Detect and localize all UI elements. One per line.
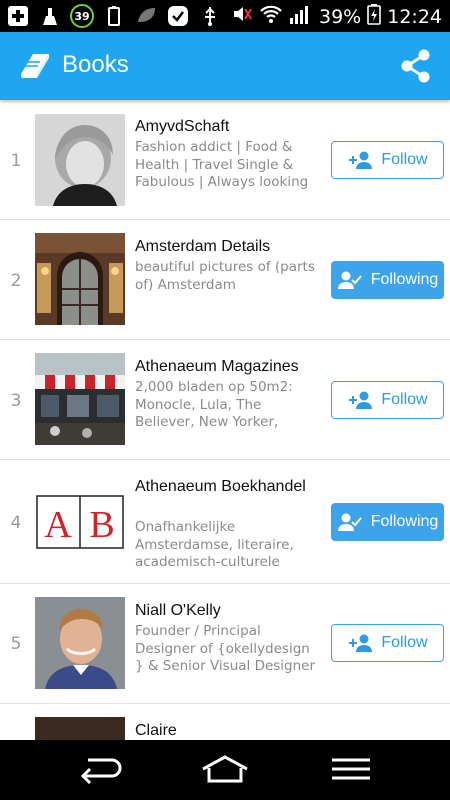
user-name[interactable]: Athenaeum Magazines: [135, 357, 325, 377]
battery-charging-icon: [367, 3, 382, 30]
usb-icon: [198, 4, 222, 28]
user-name[interactable]: Claire: [135, 721, 325, 740]
avatar: [35, 353, 125, 445]
avatar: [35, 233, 125, 325]
rank-number: 3: [10, 391, 22, 411]
svg-text:A: A: [44, 504, 72, 546]
signal-icon: [289, 3, 313, 30]
user-list[interactable]: 1 AmyvdSchaft Fashion addict | Food & He…: [0, 100, 450, 740]
battery-percent: 39%: [319, 5, 362, 28]
user-name[interactable]: Amsterdam Details: [135, 237, 325, 257]
check-icon: [166, 4, 190, 28]
list-item[interactable]: 4 A B Athenaeum Boekhandel Onafhankelijk…: [0, 460, 450, 584]
wifi-icon: [259, 3, 283, 30]
rank-number: 1: [10, 151, 22, 171]
home-icon[interactable]: [200, 754, 250, 788]
user-check-icon: [337, 271, 362, 289]
share-icon[interactable]: [400, 49, 432, 87]
status-bar: 39 39% 12:24: [0, 0, 450, 32]
rank-number: 5: [10, 634, 22, 654]
navigation-bar: [0, 740, 450, 800]
rank-number: 4: [10, 513, 22, 533]
user-name[interactable]: Athenaeum Boekhandel: [135, 477, 325, 497]
rank-number: 2: [10, 271, 22, 291]
clock: 12:24: [387, 5, 442, 28]
user-description: Founder / Principal Designer of {okellyd…: [135, 623, 316, 674]
list-item[interactable]: 2 Amsterdam Details beautiful pictures o…: [0, 220, 450, 340]
battery-saver-icon: [102, 4, 126, 28]
following-button-label: Following: [370, 271, 439, 288]
avatar: [35, 114, 125, 206]
user-description: Fashion addict | Food & Health | Travel …: [135, 139, 309, 190]
follow-button-label: Follow: [381, 634, 428, 651]
user-description: beautiful pictures of (parts of) Amsterd…: [135, 259, 315, 293]
list-item[interactable]: 1 AmyvdSchaft Fashion addict | Food & He…: [0, 100, 450, 220]
user-name[interactable]: Niall O'Kelly: [135, 601, 325, 621]
book-icon: [18, 50, 52, 86]
avatar: A B: [35, 476, 125, 568]
following-button-label: Following: [370, 513, 439, 530]
follow-button-label: Follow: [381, 151, 428, 168]
user-name[interactable]: AmyvdSchaft: [135, 117, 325, 137]
following-button[interactable]: Following: [331, 261, 444, 299]
back-icon[interactable]: [76, 754, 124, 788]
user-description: Onafhankelijke Amsterdamse, literaire, a…: [135, 519, 294, 570]
following-button[interactable]: Following: [331, 503, 444, 541]
medical-cross-icon: [6, 4, 30, 28]
add-user-icon: [349, 151, 373, 169]
user-description: 2,000 bladen op 50m2: Monocle, Lula, The…: [135, 379, 293, 430]
notification-count-icon: 39: [70, 4, 94, 28]
list-item[interactable]: Claire: [0, 704, 450, 740]
list-item[interactable]: 3 Athenaeum Magazines 2,000 bladen op 50…: [0, 340, 450, 460]
athenaeum-logo: A B: [35, 476, 125, 568]
user-check-icon: [337, 513, 362, 531]
follow-button[interactable]: Follow: [331, 141, 444, 179]
cleaner-icon: [38, 4, 62, 28]
app-bar: Books: [0, 32, 450, 100]
add-user-icon: [349, 391, 373, 409]
list-item[interactable]: 5 Niall O'Kelly Founder / Principal Desi…: [0, 584, 450, 704]
svg-text:B: B: [89, 504, 114, 546]
avatar: [35, 597, 125, 689]
follow-button[interactable]: Follow: [331, 381, 444, 419]
menu-icon[interactable]: [330, 754, 372, 788]
follow-button[interactable]: Follow: [331, 624, 444, 662]
page-title: Books: [62, 51, 129, 78]
mute-icon: [231, 3, 253, 30]
avatar: [35, 717, 125, 740]
add-user-icon: [349, 634, 373, 652]
leaf-icon: [134, 4, 158, 28]
follow-button-label: Follow: [381, 391, 428, 408]
